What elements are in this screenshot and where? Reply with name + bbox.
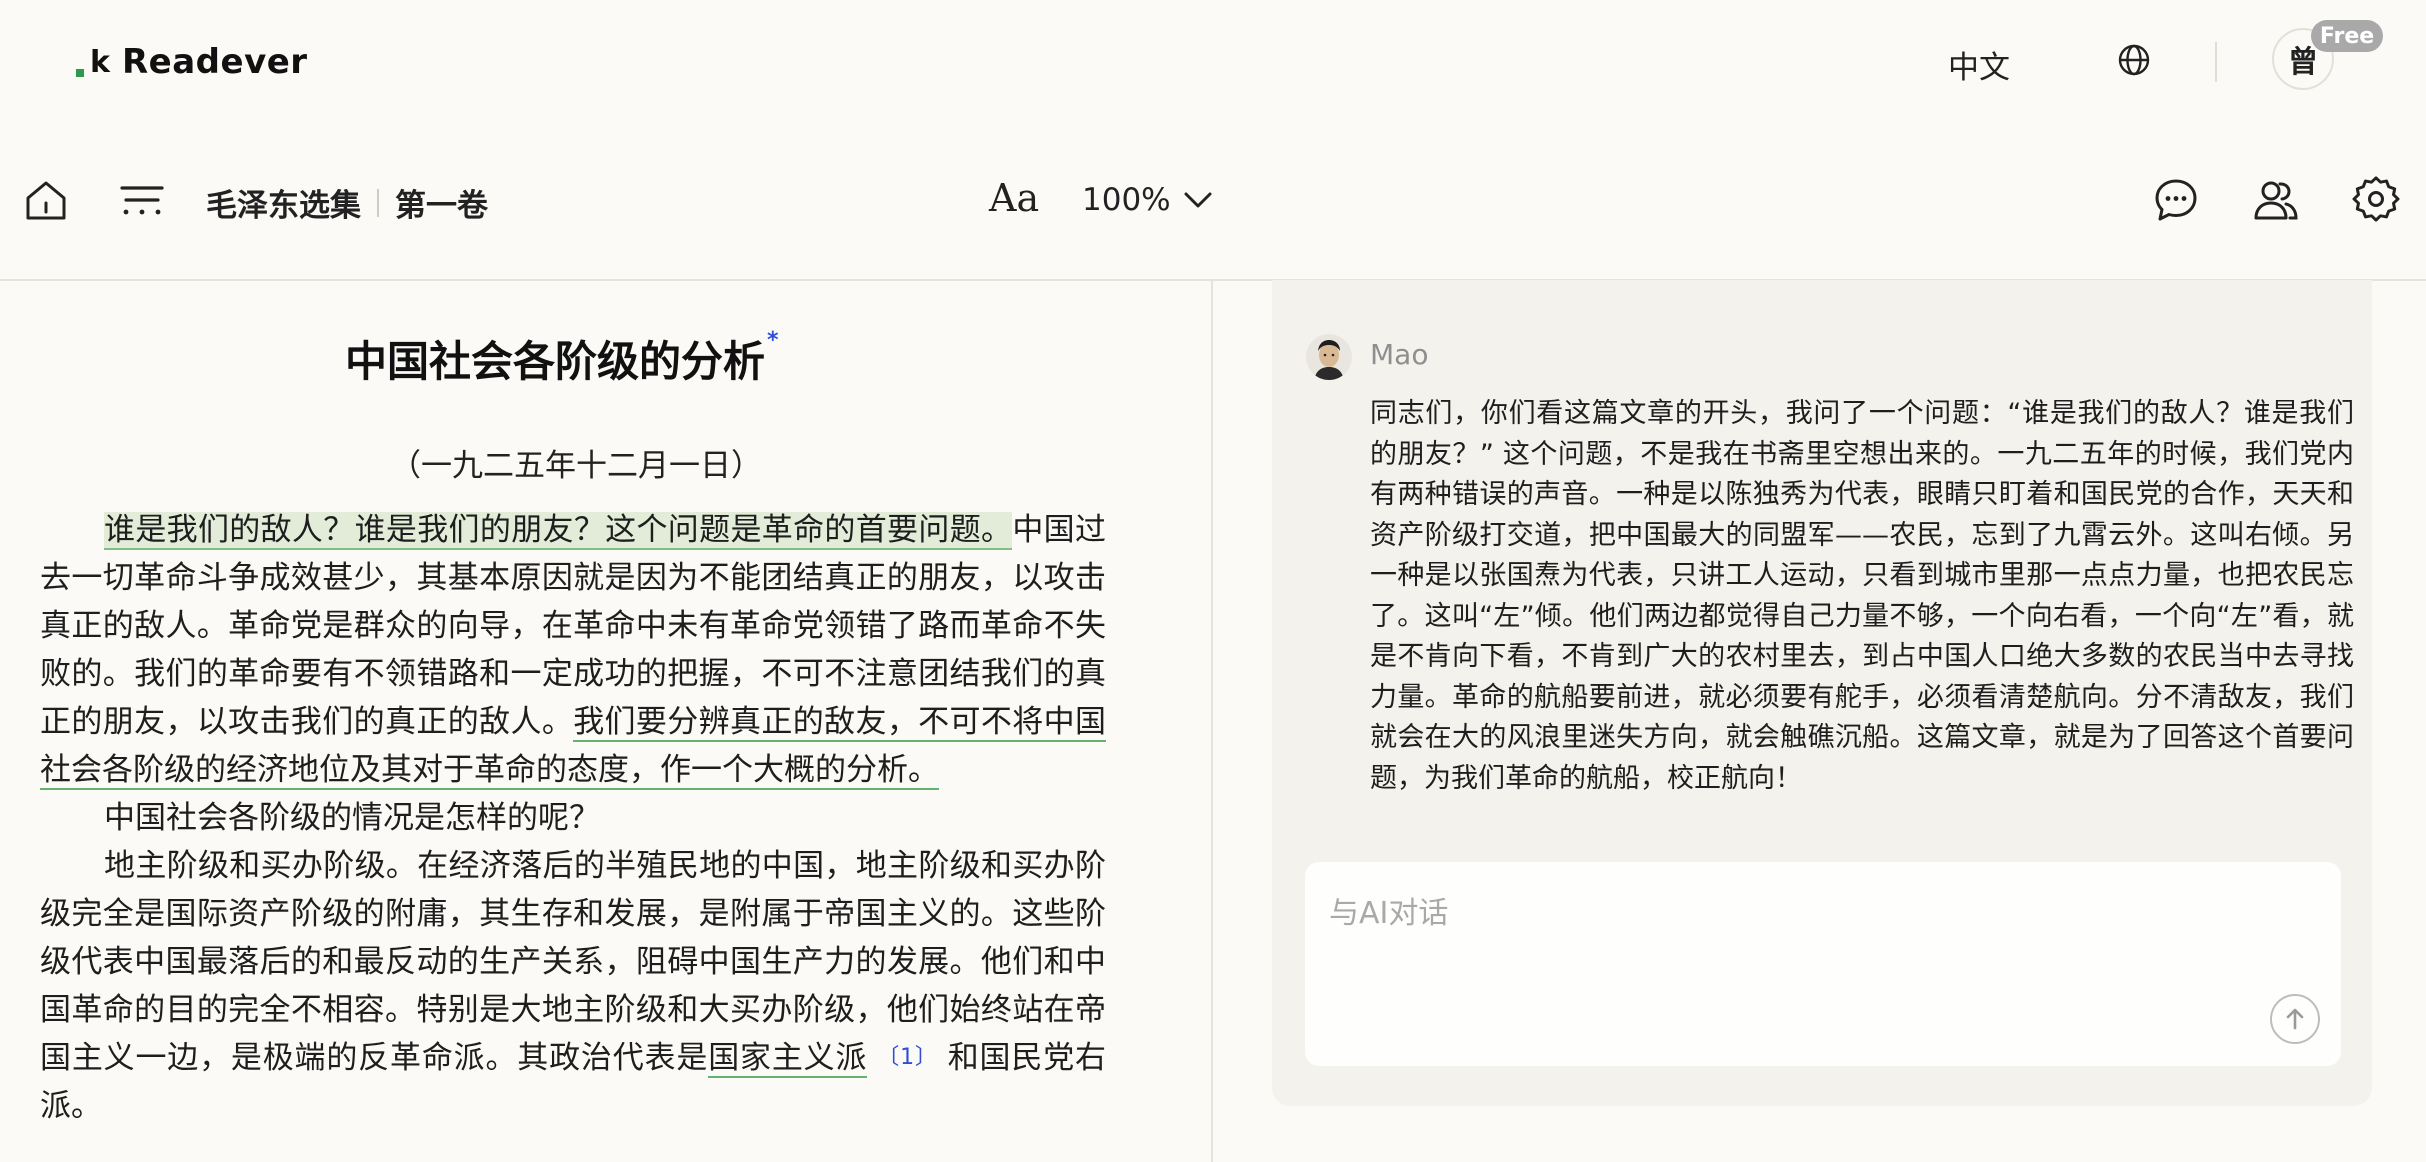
home-icon[interactable]: [22, 176, 70, 224]
chat-bubble-icon[interactable]: [2152, 176, 2200, 224]
breadcrumb: 毛泽东选集 第一卷: [206, 180, 488, 225]
bot-message: 同志们，你们看这篇文章的开头，我问了一个问题：“谁是我们的敌人？谁是我们的朋友？…: [1370, 398, 2354, 794]
paragraph: 地主阶级和买办阶级。在经济落后的半殖民地的中国，地主阶级和买办阶级完全是国际资产…: [40, 848, 1106, 1124]
top-bar: k Readever 中文 曾 Free: [0, 0, 2426, 120]
zoom-select[interactable]: 100%: [1082, 182, 1213, 218]
title-footnote-mark[interactable]: *: [767, 328, 779, 353]
top-divider: [2215, 42, 2217, 82]
pane-divider[interactable]: [1211, 280, 1213, 1162]
footnote-ref[interactable]: 〔1〕: [877, 1045, 937, 1070]
zoom-level: 100%: [1082, 182, 1171, 218]
table-of-contents-icon[interactable]: [118, 178, 166, 226]
font-settings-button[interactable]: Aa: [989, 176, 1039, 220]
bot-avatar: [1306, 334, 1352, 380]
send-button[interactable]: [2270, 994, 2320, 1044]
send-arrow-icon: [2286, 1008, 2304, 1030]
highlighted-text[interactable]: 谁是我们的敌人？谁是我们的朋友？这个问题是革命的首要问题。: [104, 512, 1013, 550]
chat-input[interactable]: 与AI对话: [1305, 862, 2341, 1066]
ai-chat-panel: Mao 同志们，你们看这篇文章的开头，我问了一个问题：“谁是我们的敌人？谁是我们…: [1272, 280, 2372, 1106]
logo-text: Readever: [122, 42, 308, 82]
breadcrumb-separator: [377, 188, 379, 217]
chevron-down-icon: [1184, 192, 1212, 208]
paragraph: 中国社会各阶级的情况是怎样的呢？: [104, 800, 600, 836]
book-title[interactable]: 毛泽东选集: [206, 180, 361, 225]
article-date: （一九二五年十二月一日）: [390, 448, 762, 484]
article-body: 谁是我们的敌人？谁是我们的朋友？这个问题是革命的首要问题。中国过去一切革命斗争成…: [40, 506, 1106, 1130]
volume-title[interactable]: 第一卷: [395, 180, 488, 225]
annotated-link[interactable]: 国家主义派: [708, 1040, 868, 1078]
language-switch[interactable]: 中文: [1948, 42, 2010, 87]
reading-pane[interactable]: 中国社会各阶级的分析* （一九二五年十二月一日） 谁是我们的敌人？谁是我们的朋友…: [40, 280, 1106, 1162]
settings-gear-icon[interactable]: [2352, 176, 2400, 224]
article-title: 中国社会各阶级的分析*: [345, 328, 779, 386]
bot-name: Mao: [1370, 338, 1429, 371]
readever-logo[interactable]: k Readever: [76, 40, 308, 84]
chat-input-placeholder: 与AI对话: [1329, 896, 1449, 931]
paragraph: 谁是我们的敌人？谁是我们的朋友？这个问题是革命的首要问题。中国过去一切革命斗争成…: [40, 512, 1106, 790]
logo-mark-icon: k: [76, 47, 112, 78]
plan-badge: Free: [2311, 20, 2383, 52]
globe-icon[interactable]: [2116, 42, 2152, 78]
users-icon[interactable]: [2252, 176, 2300, 224]
